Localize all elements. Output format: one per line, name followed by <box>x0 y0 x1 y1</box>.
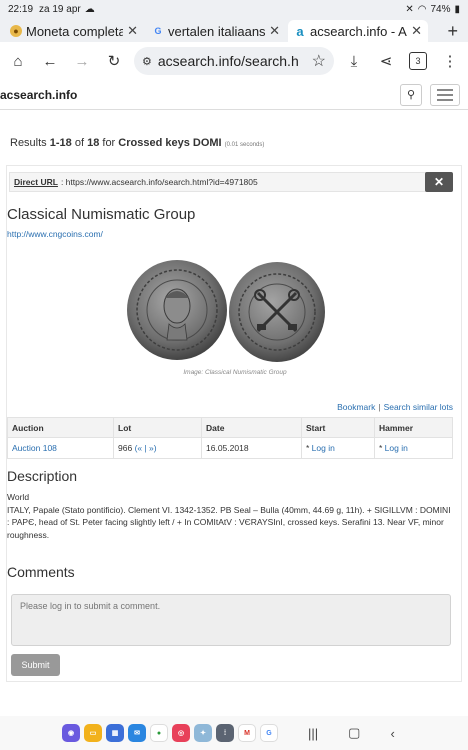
direct-url-row: Direct URL : https://www.acsearch.info/s… <box>9 172 427 192</box>
hamburger-menu-icon[interactable] <box>430 83 460 106</box>
start-login-link[interactable]: Log in <box>312 443 335 453</box>
column-header: Date <box>201 417 302 438</box>
reload-icon[interactable]: ↻ <box>102 49 126 73</box>
search-icon[interactable]: ⚲ <box>400 83 422 106</box>
table-header-row: Auction Lot Date Start Hammer <box>7 417 453 438</box>
status-date: za 19 apr <box>39 3 81 15</box>
home-nav-icon[interactable]: ▢ <box>348 725 360 741</box>
table-row: Auction 108 966 (« | ») 16.05.2018 * Log… <box>7 437 453 459</box>
tab-title: acsearch.info - A <box>310 23 407 39</box>
status-bar: 22:19 za 19 apr ☁ ✕ ◠ 74% ▮ <box>0 0 468 18</box>
description-category: World <box>7 492 30 502</box>
results-for: for <box>99 137 119 149</box>
app-icon[interactable]: ● <box>150 724 168 742</box>
image-caption: Image: Classical Numismatic Group <box>183 369 287 376</box>
status-time: 22:19 <box>8 3 34 15</box>
comments-heading: Comments <box>7 564 75 580</box>
browser-toolbar: ⌂ ← → ↻ ⚙ acsearch.info/search.h ☆ ⤓ ⋖ 3… <box>0 42 468 80</box>
lot-number: 966 <box>118 443 133 453</box>
close-button[interactable]: ✕ <box>425 172 453 192</box>
bookmark-star-icon[interactable]: ☆ <box>312 51 326 71</box>
search-similar-link[interactable]: Search similar lots <box>384 402 453 412</box>
description-heading: Description <box>7 468 78 484</box>
lot-table: Auction Lot Date Start Hammer Auction 10… <box>7 417 453 459</box>
lot-date: 16.05.2018 <box>201 437 302 459</box>
tab-acsearch[interactable]: a acsearch.info - A ✕ <box>288 20 428 42</box>
results-of: of <box>71 137 88 149</box>
lot-actions: Bookmark | Search similar lots <box>337 402 453 412</box>
close-tab-icon[interactable]: ✕ <box>411 23 422 39</box>
system-nav: ||| ▢ ‹ <box>308 725 395 741</box>
new-tab-icon[interactable]: + <box>441 21 464 42</box>
back-nav-icon[interactable]: ‹ <box>390 726 394 741</box>
google-icon[interactable]: G <box>260 724 278 742</box>
recents-icon[interactable]: ||| <box>308 726 318 741</box>
wifi-icon: ◠ <box>417 3 427 15</box>
site-settings-icon[interactable]: ⚙ <box>142 55 152 68</box>
gmail-icon[interactable]: M <box>238 724 256 742</box>
site-header: acsearch.info ⚲ <box>0 80 468 110</box>
address-bar[interactable]: ⚙ acsearch.info/search.h ☆ <box>134 47 334 75</box>
coin-image[interactable] <box>125 258 329 368</box>
seller-name: Classical Numismatic Group <box>7 206 196 223</box>
coin-icon: ● <box>10 25 22 37</box>
share-icon[interactable]: ⋖ <box>374 49 398 73</box>
tab-switcher-button[interactable]: 3 <box>406 49 430 73</box>
menu-icon[interactable]: ⋮ <box>438 49 462 73</box>
app-dock: ◉ ▭ ▦ ✉ ● ◎ ✦ ⁞ M G <box>62 724 278 742</box>
results-summary: Results 1-18 of 18 for Crossed keys DOMI… <box>0 137 274 149</box>
app-icon[interactable]: ◉ <box>62 724 80 742</box>
tab-moneta[interactable]: ● Moneta completa ✕ <box>4 20 144 42</box>
seller-link[interactable]: http://www.cngcoins.com/ <box>7 229 103 239</box>
address-url[interactable]: acsearch.info/search.h <box>158 53 306 69</box>
column-header: Hammer <box>374 417 453 438</box>
column-header: Lot <box>113 417 202 438</box>
coin-reverse <box>229 262 325 362</box>
results-time: (0.01 seconds) <box>224 142 265 148</box>
download-icon[interactable]: ⤓ <box>342 49 366 73</box>
app-icon[interactable]: ▭ <box>84 724 102 742</box>
tab-title: Moneta completa <box>26 23 124 39</box>
back-icon[interactable]: ← <box>38 49 62 73</box>
auction-link[interactable]: Auction 108 <box>12 443 57 453</box>
results-prefix: Results <box>10 137 50 149</box>
column-header: Auction <box>7 417 114 438</box>
site-brand[interactable]: acsearch.info <box>0 88 77 102</box>
tab-title: vertalen italiaans <box>168 23 266 39</box>
hammer-login-link[interactable]: Log in <box>385 443 408 453</box>
close-tab-icon[interactable]: ✕ <box>127 23 138 39</box>
app-icon[interactable]: ✦ <box>194 724 212 742</box>
close-tab-icon[interactable]: ✕ <box>269 23 280 39</box>
comment-input[interactable] <box>11 594 451 646</box>
description-text: ITALY, Papale (Stato pontificio). Clemen… <box>7 505 451 540</box>
android-navbar: ◉ ▭ ▦ ✉ ● ◎ ✦ ⁞ M G ||| ▢ ‹ <box>0 716 468 750</box>
google-icon: G <box>154 26 162 36</box>
acsearch-icon: a <box>296 23 304 39</box>
tab-strip: ● Moneta completa ✕ G vertalen italiaans… <box>0 18 468 42</box>
battery-level: 74% <box>430 3 451 15</box>
tab-count: 3 <box>409 52 427 70</box>
lot-nav-links[interactable]: (« | ») <box>135 443 157 453</box>
lot-panel: Direct URL : https://www.acsearch.info/s… <box>6 165 462 682</box>
direct-url-value[interactable]: : https://www.acsearch.info/search.html?… <box>61 177 258 187</box>
tab-vertalen[interactable]: G vertalen italiaans ✕ <box>146 20 286 42</box>
direct-url-label: Direct URL <box>14 177 58 187</box>
messages-icon[interactable]: ✉ <box>128 724 146 742</box>
calendar-icon[interactable]: ▦ <box>106 724 124 742</box>
bookmark-link[interactable]: Bookmark <box>337 402 375 412</box>
results-range: 1-18 <box>49 137 72 149</box>
camera-icon[interactable]: ◎ <box>172 724 190 742</box>
results-total: 18 <box>87 137 100 149</box>
results-query: Crossed keys DOMI <box>118 137 222 149</box>
mute-icon: ✕ <box>405 3 414 15</box>
battery-icon: ▮ <box>454 3 460 15</box>
home-icon[interactable]: ⌂ <box>6 49 30 73</box>
actions-separator: | <box>378 402 381 412</box>
cloud-icon: ☁ <box>84 3 95 15</box>
app-drawer-icon[interactable]: ⁞ <box>216 724 234 742</box>
column-header: Start <box>301 417 375 438</box>
submit-button[interactable]: Submit <box>11 654 60 676</box>
coin-obverse <box>127 260 227 360</box>
forward-icon[interactable]: → <box>70 49 94 73</box>
